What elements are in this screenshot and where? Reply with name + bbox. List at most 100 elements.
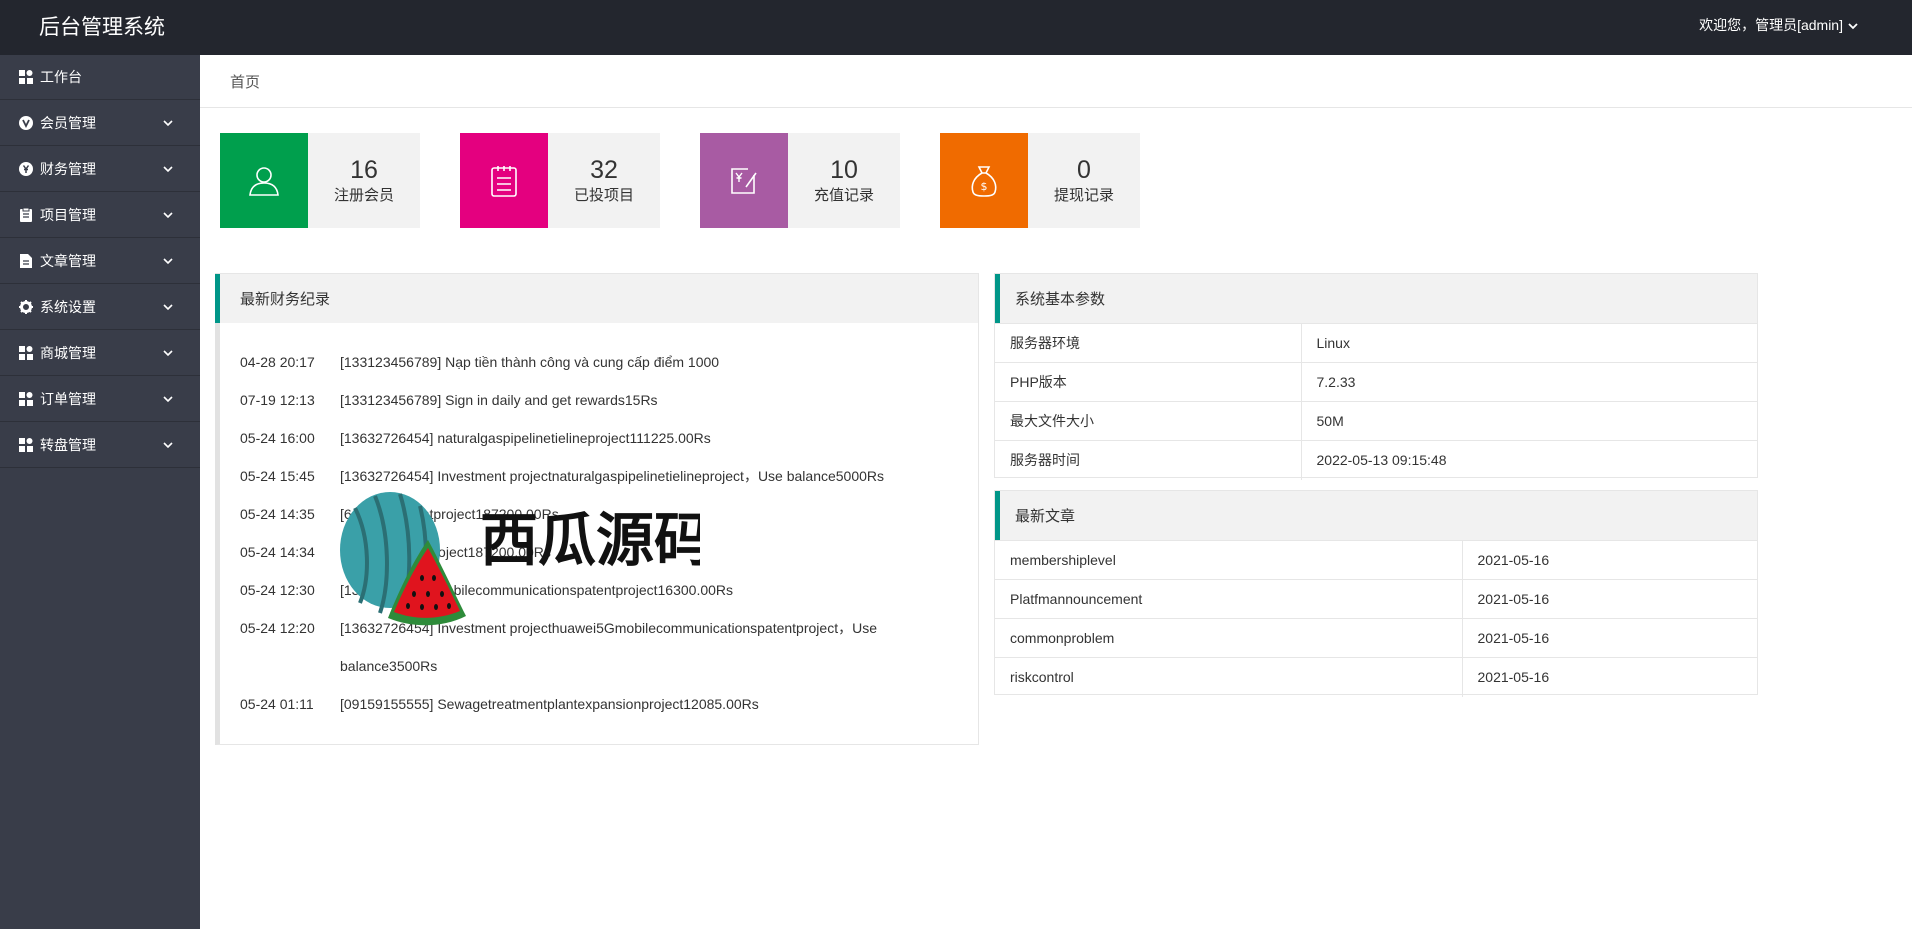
latest-articles-table: membershiplevel 2021-05-16 Platfmannounce… [995, 540, 1757, 697]
recharge-icon [731, 167, 757, 194]
table-row: 服务器环境 Linux [995, 323, 1757, 363]
sidebar-item-finance[interactable]: 财务管理 [0, 146, 200, 192]
breadcrumb-home[interactable]: 首页 [230, 71, 260, 92]
finance-icon [18, 161, 33, 176]
stat-icon-box [220, 133, 308, 228]
sidebar-item-wheel[interactable]: 转盘管理 [0, 422, 200, 468]
stat-card-projects[interactable]: 32 已投项目 [460, 133, 660, 228]
clipboard-icon [491, 165, 517, 197]
main-content: 首页 16 注册会员 32 已投项目 10 充值记录 $ 0 提现记录 最新财务… [200, 55, 1912, 929]
latest-articles-panel: 最新文章 membershiplevel 2021-05-16 Platfmann… [994, 490, 1758, 697]
param-key: 服务器环境 [995, 323, 1301, 363]
article-title[interactable]: commonproblem [995, 618, 1462, 658]
article-icon [18, 253, 33, 268]
latest-articles-title: 最新文章 [995, 491, 1757, 540]
stat-value: 10 [830, 155, 858, 184]
stat-value: 16 [350, 155, 378, 184]
table-row: 最大文件大小 50M [995, 401, 1757, 441]
stat-card-members[interactable]: 16 注册会员 [220, 133, 420, 228]
sidebar-item-label: 转盘管理 [40, 436, 96, 453]
order-icon [18, 391, 33, 406]
table-row: PHP版本 7.2.33 [995, 362, 1757, 402]
breadcrumb: 首页 [200, 55, 1912, 108]
log-text: [133123456789] Sign in daily and get rew… [340, 392, 658, 408]
log-text: [13632726454] naturalgaspipelinetielinep… [340, 430, 711, 446]
user-label: 欢迎您，管理员[admin] [1699, 17, 1843, 33]
log-text: [6 ] Powerplantproject187200.00Rs [340, 506, 559, 522]
log-time: 07-19 12:13 [240, 392, 315, 408]
finance-panel: 最新财务纪录 04-28 20:17 [133123456789] Nạp tiề… [215, 273, 979, 745]
article-title[interactable]: membershiplevel [995, 540, 1462, 580]
chevron-down-icon [163, 119, 173, 126]
project-icon [18, 207, 33, 222]
table-row[interactable]: commonproblem 2021-05-16 [995, 618, 1757, 658]
article-title[interactable]: riskcontrol [995, 657, 1462, 697]
stat-card-recharge[interactable]: 10 充值记录 [700, 133, 900, 228]
log-time: 05-24 12:20 [240, 620, 315, 636]
log-text: [09159155555] Sewagetreatmentplantexpans… [340, 696, 759, 712]
user-menu[interactable]: 欢迎您，管理员[admin] [1699, 0, 1859, 51]
param-value: 50M [1300, 401, 1757, 441]
param-value: 2022-05-13 09:15:48 [1300, 440, 1757, 480]
list-item: 05-24 12:30 [13 ] huawei5Gmobilecommunica… [240, 571, 978, 609]
system-params-table: 服务器环境 Linux PHP版本 7.2.33 最大文件大小 50M 服务器时间 20… [995, 323, 1757, 480]
chevron-down-icon [163, 257, 173, 264]
stat-body: 16 注册会员 [308, 133, 420, 228]
article-date: 2021-05-16 [1461, 657, 1757, 697]
stat-body: 32 已投项目 [548, 133, 660, 228]
stat-label: 已投项目 [573, 186, 634, 204]
log-time: 05-24 14:35 [240, 506, 315, 522]
list-item: 04-28 20:17 [133123456789] Nạp tiền thành… [240, 343, 978, 381]
stat-card-withdraw[interactable]: $ 0 提现记录 [940, 133, 1140, 228]
sidebar-item-shop[interactable]: 商城管理 [0, 330, 200, 376]
table-row[interactable]: membershiplevel 2021-05-16 [995, 540, 1757, 580]
log-text: [13 ] huawei5Gmobilecommunicationspatent… [340, 582, 734, 598]
sidebar-item-settings[interactable]: 系统设置 [0, 284, 200, 330]
param-value: 7.2.33 [1300, 362, 1757, 402]
log-time: 05-24 01:11 [240, 696, 314, 712]
log-text: [133123456789] Nạp tiền thành công và cu… [340, 354, 720, 370]
stat-body: 10 充值记录 [788, 133, 900, 228]
log-time: 05-24 16:00 [240, 430, 315, 446]
table-row[interactable]: Platfmannouncement 2021-05-16 [995, 579, 1757, 619]
gear-icon [18, 299, 33, 314]
top-header: 后台管理系统 欢迎您，管理员[admin] [0, 0, 1912, 55]
sidebar-item-label: 项目管理 [40, 206, 96, 223]
chevron-down-icon [163, 395, 173, 402]
chevron-down-icon [163, 211, 173, 218]
shop-icon [18, 345, 33, 360]
log-time: 05-24 12:30 [240, 582, 315, 598]
param-value: Linux [1300, 323, 1757, 363]
sidebar-item-orders[interactable]: 订单管理 [0, 376, 200, 422]
article-title[interactable]: Platfmannouncement [995, 579, 1462, 619]
list-item: 05-24 15:45 [13632726454] Investment proj… [240, 457, 978, 495]
svg-text:$: $ [981, 180, 988, 193]
sidebar-item-label: 系统设置 [40, 298, 96, 315]
article-date: 2021-05-16 [1461, 579, 1757, 619]
finance-log-list: 04-28 20:17 [133123456789] Nạp tiền thành… [220, 323, 978, 723]
log-text: [13632726454] Investment projecthuawei5G… [340, 620, 877, 674]
table-row[interactable]: riskcontrol 2021-05-16 [995, 657, 1757, 697]
list-item: 05-24 16:00 [13632726454] naturalgaspipel… [240, 419, 978, 457]
sidebar-item-label: 文章管理 [40, 252, 96, 269]
list-item: 07-19 12:13 [133123456789] Sign in daily … [240, 381, 978, 419]
log-time: 05-24 15:45 [240, 468, 315, 484]
log-text: [ ] Powerplantproject187200.00Rs [340, 544, 551, 560]
stat-label: 充值记录 [813, 186, 874, 204]
sidebar-item-dashboard[interactable]: 工作台 [0, 55, 200, 100]
member-icon [18, 115, 33, 130]
system-params-panel: 系统基本参数 服务器环境 Linux PHP版本 7.2.33 最大文件大小 50M … [994, 273, 1758, 480]
list-item: 05-24 14:35 [6 ] Powerplantproject187200.… [240, 495, 978, 533]
sidebar-item-projects[interactable]: 项目管理 [0, 192, 200, 238]
sidebar-item-articles[interactable]: 文章管理 [0, 238, 200, 284]
list-item: 05-24 12:20 [13632726454] Investment proj… [240, 609, 978, 685]
stat-cards: 16 注册会员 32 已投项目 10 充值记录 $ 0 提现记录 [220, 133, 1140, 228]
article-date: 2021-05-16 [1461, 618, 1757, 658]
wheel-icon [18, 437, 33, 452]
sidebar-item-members[interactable]: 会员管理 [0, 100, 200, 146]
user-icon [249, 166, 279, 196]
sidebar-item-label: 会员管理 [40, 114, 96, 131]
stat-icon-box [460, 133, 548, 228]
stat-icon-box [700, 133, 788, 228]
chevron-down-icon [163, 441, 173, 448]
